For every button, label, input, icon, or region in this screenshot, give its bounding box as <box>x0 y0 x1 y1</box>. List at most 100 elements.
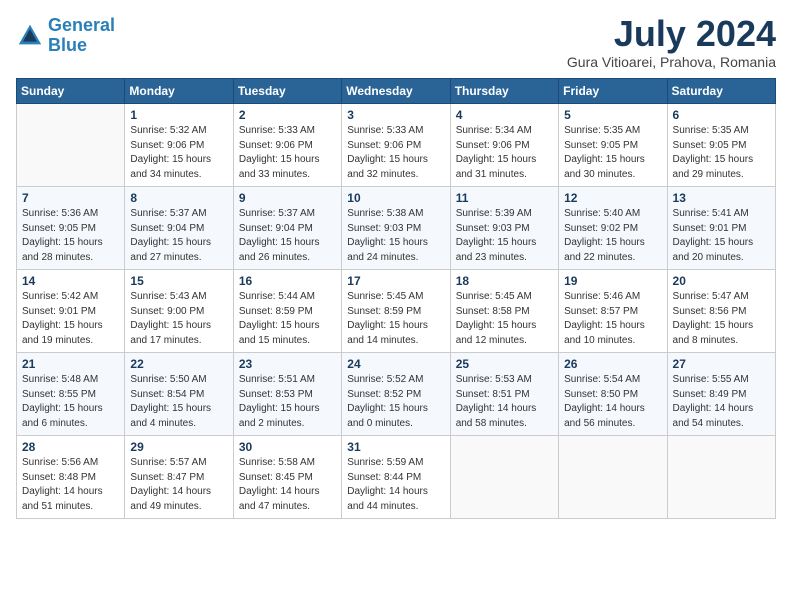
day-info: Sunrise: 5:50 AMSunset: 8:54 PMDaylight:… <box>130 373 227 431</box>
logo-icon <box>16 22 44 50</box>
calendar-header-row: SundayMondayTuesdayWednesdayThursdayFrid… <box>17 79 776 104</box>
calendar-cell <box>17 104 125 187</box>
logo: General Blue <box>16 16 115 56</box>
day-number: 23 <box>239 357 336 371</box>
day-number: 3 <box>347 108 444 122</box>
day-info: Sunrise: 5:39 AMSunset: 9:03 PMDaylight:… <box>456 207 553 265</box>
day-number: 11 <box>456 191 553 205</box>
day-number: 20 <box>673 274 770 288</box>
day-info: Sunrise: 5:43 AMSunset: 9:00 PMDaylight:… <box>130 290 227 348</box>
calendar-cell: 29 Sunrise: 5:57 AMSunset: 8:47 PMDayligh… <box>125 436 233 519</box>
day-number: 27 <box>673 357 770 371</box>
day-number: 17 <box>347 274 444 288</box>
calendar-cell: 6Sunrise: 5:35 AMSunset: 9:05 PMDaylight… <box>667 104 775 187</box>
day-info: Sunrise: 5:41 AMSunset: 9:01 PMDaylight:… <box>673 207 770 265</box>
day-number: 15 <box>130 274 227 288</box>
day-info: Sunrise: 5:58 AMSunset: 8:45 PMDaylight:… <box>239 456 336 514</box>
calendar-cell: 26 Sunrise: 5:54 AMSunset: 8:50 PMDayligh… <box>559 353 667 436</box>
calendar-cell: 30 Sunrise: 5:58 AMSunset: 8:45 PMDayligh… <box>233 436 341 519</box>
location: Gura Vitioarei, Prahova, Romania <box>567 54 776 70</box>
calendar-cell: 15 Sunrise: 5:43 AMSunset: 9:00 PMDayligh… <box>125 270 233 353</box>
day-number: 19 <box>564 274 661 288</box>
calendar-cell: 20 Sunrise: 5:47 AMSunset: 8:56 PMDayligh… <box>667 270 775 353</box>
weekday-header-friday: Friday <box>559 79 667 104</box>
calendar-cell: 11 Sunrise: 5:39 AMSunset: 9:03 PMDayligh… <box>450 187 558 270</box>
day-number: 29 <box>130 440 227 454</box>
day-info: Sunrise: 5:44 AMSunset: 8:59 PMDaylight:… <box>239 290 336 348</box>
calendar-cell: 12Sunrise: 5:40 AMSunset: 9:02 PMDayligh… <box>559 187 667 270</box>
day-number: 14 <box>22 274 119 288</box>
calendar-cell: 27 Sunrise: 5:55 AMSunset: 8:49 PMDayligh… <box>667 353 775 436</box>
calendar-cell: 3 Sunrise: 5:33 AMSunset: 9:06 PMDaylight… <box>342 104 450 187</box>
day-number: 9 <box>239 191 336 205</box>
day-info: Sunrise: 5:53 AMSunset: 8:51 PMDaylight:… <box>456 373 553 431</box>
logo-text: General Blue <box>48 16 115 56</box>
day-info: Sunrise: 5:34 AMSunset: 9:06 PMDaylight:… <box>456 124 553 182</box>
day-info: Sunrise: 5:54 AMSunset: 8:50 PMDaylight:… <box>564 373 661 431</box>
day-number: 12 <box>564 191 661 205</box>
day-number: 22 <box>130 357 227 371</box>
day-info: Sunrise: 5:52 AMSunset: 8:52 PMDaylight:… <box>347 373 444 431</box>
calendar-cell: 10Sunrise: 5:38 AMSunset: 9:03 PMDayligh… <box>342 187 450 270</box>
calendar-cell: 4 Sunrise: 5:34 AMSunset: 9:06 PMDaylight… <box>450 104 558 187</box>
day-number: 30 <box>239 440 336 454</box>
calendar-cell <box>450 436 558 519</box>
day-info: Sunrise: 5:57 AMSunset: 8:47 PMDaylight:… <box>130 456 227 514</box>
day-info: Sunrise: 5:33 AMSunset: 9:06 PMDaylight:… <box>347 124 444 182</box>
calendar-cell <box>559 436 667 519</box>
day-number: 26 <box>564 357 661 371</box>
calendar-cell: 7 Sunrise: 5:36 AMSunset: 9:05 PMDaylight… <box>17 187 125 270</box>
calendar-week-row: 14 Sunrise: 5:42 AMSunset: 9:01 PMDayligh… <box>17 270 776 353</box>
calendar-cell: 16Sunrise: 5:44 AMSunset: 8:59 PMDayligh… <box>233 270 341 353</box>
calendar-cell: 5 Sunrise: 5:35 AMSunset: 9:05 PMDaylight… <box>559 104 667 187</box>
calendar-cell: 28 Sunrise: 5:56 AMSunset: 8:48 PMDayligh… <box>17 436 125 519</box>
calendar-table: SundayMondayTuesdayWednesdayThursdayFrid… <box>16 78 776 519</box>
weekday-header-wednesday: Wednesday <box>342 79 450 104</box>
calendar-cell: 22 Sunrise: 5:50 AMSunset: 8:54 PMDayligh… <box>125 353 233 436</box>
calendar-cell: 31 Sunrise: 5:59 AMSunset: 8:44 PMDayligh… <box>342 436 450 519</box>
month-title: July 2024 <box>567 16 776 52</box>
calendar-cell: 2Sunrise: 5:33 AMSunset: 9:06 PMDaylight… <box>233 104 341 187</box>
day-number: 18 <box>456 274 553 288</box>
weekday-header-monday: Monday <box>125 79 233 104</box>
calendar-cell: 24Sunrise: 5:52 AMSunset: 8:52 PMDayligh… <box>342 353 450 436</box>
day-number: 31 <box>347 440 444 454</box>
day-info: Sunrise: 5:37 AMSunset: 9:04 PMDaylight:… <box>130 207 227 265</box>
day-info: Sunrise: 5:48 AMSunset: 8:55 PMDaylight:… <box>22 373 119 431</box>
day-number: 10 <box>347 191 444 205</box>
day-info: Sunrise: 5:36 AMSunset: 9:05 PMDaylight:… <box>22 207 119 265</box>
calendar-cell: 1 Sunrise: 5:32 AMSunset: 9:06 PMDaylight… <box>125 104 233 187</box>
day-info: Sunrise: 5:47 AMSunset: 8:56 PMDaylight:… <box>673 290 770 348</box>
title-block: July 2024 Gura Vitioarei, Prahova, Roman… <box>567 16 776 70</box>
day-info: Sunrise: 5:35 AMSunset: 9:05 PMDaylight:… <box>564 124 661 182</box>
day-info: Sunrise: 5:51 AMSunset: 8:53 PMDaylight:… <box>239 373 336 431</box>
day-info: Sunrise: 5:32 AMSunset: 9:06 PMDaylight:… <box>130 124 227 182</box>
weekday-header-sunday: Sunday <box>17 79 125 104</box>
calendar-week-row: 1 Sunrise: 5:32 AMSunset: 9:06 PMDaylight… <box>17 104 776 187</box>
day-number: 7 <box>22 191 119 205</box>
day-number: 5 <box>564 108 661 122</box>
day-info: Sunrise: 5:42 AMSunset: 9:01 PMDaylight:… <box>22 290 119 348</box>
page-header: General Blue July 2024 Gura Vitioarei, P… <box>16 16 776 70</box>
calendar-week-row: 28 Sunrise: 5:56 AMSunset: 8:48 PMDayligh… <box>17 436 776 519</box>
weekday-header-saturday: Saturday <box>667 79 775 104</box>
day-info: Sunrise: 5:45 AMSunset: 8:58 PMDaylight:… <box>456 290 553 348</box>
day-info: Sunrise: 5:59 AMSunset: 8:44 PMDaylight:… <box>347 456 444 514</box>
calendar-cell: 13Sunrise: 5:41 AMSunset: 9:01 PMDayligh… <box>667 187 775 270</box>
day-info: Sunrise: 5:35 AMSunset: 9:05 PMDaylight:… <box>673 124 770 182</box>
calendar-cell: 21 Sunrise: 5:48 AMSunset: 8:55 PMDayligh… <box>17 353 125 436</box>
day-info: Sunrise: 5:56 AMSunset: 8:48 PMDaylight:… <box>22 456 119 514</box>
weekday-header-thursday: Thursday <box>450 79 558 104</box>
day-number: 28 <box>22 440 119 454</box>
day-number: 4 <box>456 108 553 122</box>
day-info: Sunrise: 5:55 AMSunset: 8:49 PMDaylight:… <box>673 373 770 431</box>
calendar-cell: 14 Sunrise: 5:42 AMSunset: 9:01 PMDayligh… <box>17 270 125 353</box>
calendar-cell: 9Sunrise: 5:37 AMSunset: 9:04 PMDaylight… <box>233 187 341 270</box>
day-number: 1 <box>130 108 227 122</box>
weekday-header-tuesday: Tuesday <box>233 79 341 104</box>
calendar-week-row: 7 Sunrise: 5:36 AMSunset: 9:05 PMDaylight… <box>17 187 776 270</box>
day-info: Sunrise: 5:46 AMSunset: 8:57 PMDaylight:… <box>564 290 661 348</box>
day-number: 25 <box>456 357 553 371</box>
calendar-cell: 8Sunrise: 5:37 AMSunset: 9:04 PMDaylight… <box>125 187 233 270</box>
day-number: 21 <box>22 357 119 371</box>
